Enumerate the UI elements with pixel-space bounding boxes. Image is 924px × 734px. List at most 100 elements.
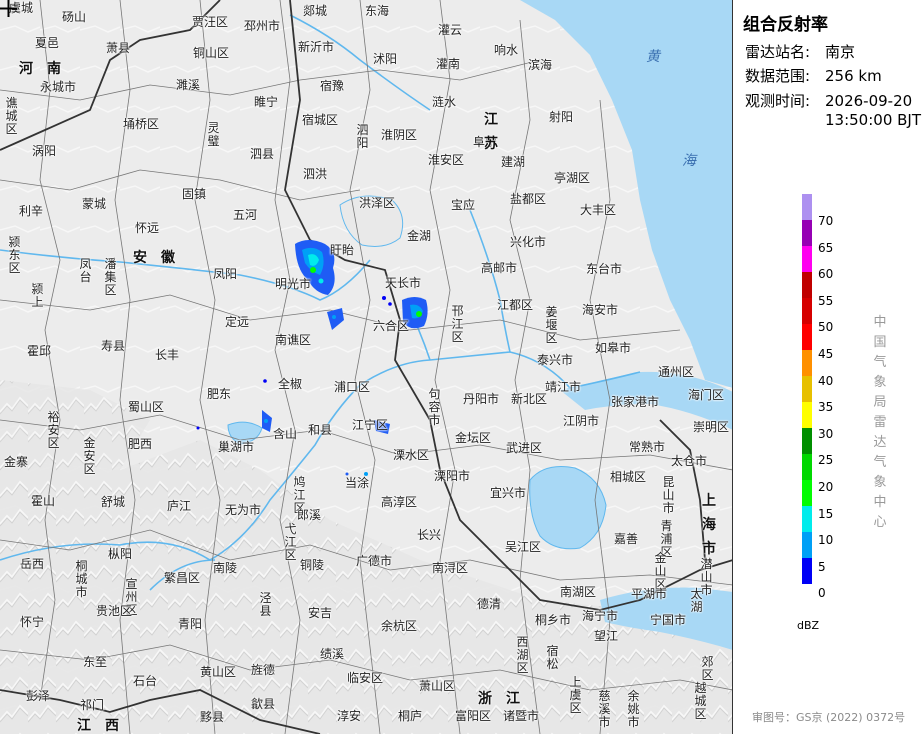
place-label: 句容市: [428, 387, 441, 427]
place-label: 临安区: [347, 671, 384, 685]
place-label: 裕安区: [47, 410, 60, 450]
legend-swatch: [802, 324, 812, 350]
place-label: 东海: [365, 4, 390, 18]
place-label: 颍东区: [8, 235, 21, 275]
place-label: 宿豫: [320, 79, 345, 93]
legend-swatch: [802, 402, 812, 428]
place-label: 灌云: [438, 23, 463, 37]
place-label: 泗洪: [303, 167, 328, 181]
place-label: 金湖: [407, 229, 432, 243]
place-label: 贾汪区: [192, 15, 229, 29]
place-label: 夏邑: [35, 36, 60, 50]
legend-swatch: [802, 480, 812, 506]
legend-swatch: [802, 350, 812, 376]
place-label: 谯城区: [5, 96, 18, 136]
radar-map[interactable]: 虞城 砀山 郯城 东海 灌云 夏邑 萧县 贾汪区 邳州市 新沂市 沭阳 灌南 响…: [0, 0, 733, 734]
place-label: 砀山: [62, 10, 87, 24]
place-label: 五河: [233, 208, 258, 222]
place-label: 涡阳: [32, 144, 57, 158]
place-label: 桐城市: [75, 559, 88, 599]
place-label: 余姚市: [627, 689, 640, 729]
place-label: 濉溪: [176, 78, 201, 92]
place-label: 黄山区: [200, 665, 237, 679]
province-label-anhui: 安徽: [133, 250, 189, 266]
province-label-shanghai: 上海市: [702, 493, 716, 557]
map-basemap: [0, 0, 732, 734]
province-label-jiangsu: 江苏: [484, 112, 498, 152]
place-label: 萧山区: [419, 679, 456, 693]
place-label: 桐庐: [398, 709, 423, 723]
place-label: 如皋市: [595, 341, 632, 355]
place-label: 泗县: [250, 147, 275, 161]
place-label: 宜兴市: [490, 486, 527, 500]
time-clock: 13:50:00 BJT: [825, 111, 922, 129]
place-label: 青阳: [178, 617, 203, 631]
place-label: 金寨: [4, 455, 29, 469]
place-label: 固镇: [182, 187, 207, 201]
place-label: 响水: [494, 43, 519, 57]
approval-number: 审图号：GS京 (2022) 0372号: [752, 711, 906, 724]
place-label: 大丰区: [580, 203, 617, 217]
legend-tick-label: 35: [818, 400, 834, 415]
province-label-jiangxi: 江西: [77, 718, 133, 734]
legend-swatch: [802, 454, 812, 480]
color-legend: [802, 194, 812, 584]
time-label: 观测时间:: [745, 92, 811, 110]
place-label: 灵璧: [207, 121, 220, 148]
place-label: 江阴市: [563, 414, 600, 428]
legend-swatch: [802, 376, 812, 402]
range-row: 数据范围: 256 km: [745, 67, 882, 86]
crosshair-icon: [0, 0, 17, 17]
place-label: 凤阳: [213, 267, 238, 281]
place-label: 怀远: [135, 221, 160, 235]
legend-tick-label: 25: [818, 453, 834, 468]
place-label: 兴化市: [510, 235, 547, 249]
place-label: 浦口区: [334, 380, 371, 394]
place-label: 萧县: [106, 41, 131, 55]
legend-tick-label: 55: [818, 293, 834, 308]
legend-swatch: [802, 246, 812, 272]
place-label: 郎溪: [297, 508, 322, 522]
province-label-zhejiang: 浙江: [478, 691, 534, 707]
place-label: 邳州市: [244, 19, 281, 33]
place-label: 祁门: [80, 698, 105, 712]
place-label: 绩溪: [320, 647, 345, 661]
place-label: 盱眙: [330, 243, 355, 257]
sea-label: 海: [682, 153, 696, 169]
legend-tick-label: 15: [818, 506, 834, 521]
source-label: 中国气象局雷达气象中心: [873, 315, 887, 530]
place-label: 西湖区: [516, 635, 529, 675]
range-label: 数据范围:: [745, 67, 811, 85]
place-label: 东至: [83, 655, 108, 669]
product-title: 组合反射率: [743, 15, 828, 35]
place-label: 余杭区: [381, 619, 418, 633]
legend-swatch: [802, 298, 812, 324]
place-label: 张家港市: [611, 395, 660, 409]
place-label: 埇桥区: [123, 117, 160, 131]
place-label: 金坛区: [455, 431, 492, 445]
place-label: 高淳区: [381, 495, 418, 509]
place-label: 泰兴市: [537, 353, 574, 367]
place-label: 巢湖市: [218, 440, 255, 454]
place-label: 枞阳: [108, 547, 133, 561]
legend-tick-label: 5: [818, 559, 826, 574]
place-label: 高邮市: [481, 261, 518, 275]
place-label: 盐都区: [510, 192, 547, 206]
station-value: 南京: [825, 43, 856, 61]
time-date: 2026-09-20: [825, 92, 913, 110]
sea-label: 黄: [646, 49, 660, 65]
place-label: 繁昌区: [164, 571, 201, 585]
legend-tick-label: 10: [818, 533, 834, 548]
place-label: 太湖: [690, 587, 703, 614]
place-label: 铜陵: [300, 558, 325, 572]
place-label: 富阳区: [455, 709, 492, 723]
place-label: 宿松: [546, 644, 559, 671]
place-label: 常熟市: [629, 440, 666, 454]
place-label: 涟水: [432, 95, 457, 109]
place-label: 靖江市: [545, 380, 582, 394]
place-label: 广德市: [356, 554, 393, 568]
place-label: 宝应: [451, 198, 476, 212]
place-label: 新北区: [511, 392, 548, 406]
place-label: 天长市: [385, 276, 422, 290]
place-label: 灌南: [436, 57, 461, 71]
